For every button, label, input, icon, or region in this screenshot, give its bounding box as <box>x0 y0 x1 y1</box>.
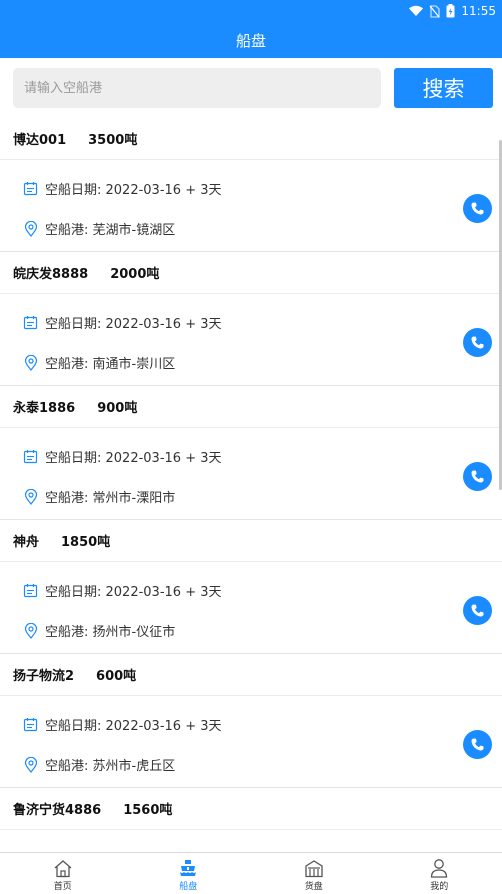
empty-port-text: 空船港: 扬州市-仪征市 <box>45 625 176 640</box>
empty-date-row: 空船日期: 2022-03-16 + 3天 <box>22 581 222 600</box>
ship-name: 神舟 <box>13 535 40 550</box>
ship-name: 永泰1886 <box>13 401 76 416</box>
bottom-tab-bar: 首页 船盘 货盘 我的 <box>0 852 502 894</box>
call-button[interactable] <box>463 328 492 357</box>
empty-port-text: 空船港: 苏州市-虎丘区 <box>45 759 176 774</box>
wifi-icon <box>409 5 424 16</box>
call-button[interactable] <box>463 596 492 625</box>
ship-card-header: 鲁济宁货4886 1560吨 <box>0 788 502 830</box>
tab-profile[interactable]: 我的 <box>377 853 502 894</box>
ship-name: 皖庆发8888 <box>13 267 89 282</box>
calendar-icon <box>22 180 39 197</box>
ship-card-body: 空船日期: 2022-03-16 + 3天 空船港: 常州市-溧阳市 <box>0 428 502 520</box>
ship-card-body: 空船日期: 2022-03-16 + 3天 空船港: 芜湖市-镜湖区 <box>0 160 502 252</box>
empty-date-row: 空船日期: 2022-03-16 + 3天 <box>22 447 222 466</box>
search-row: 搜索 <box>0 58 502 118</box>
ship-tonnage: 1560吨 <box>123 803 173 818</box>
ship-card-header: 博达001 3500吨 <box>0 118 502 160</box>
empty-date-row: 空船日期: 2022-03-16 + 3天 <box>22 715 222 734</box>
call-button[interactable] <box>463 462 492 491</box>
tab-ship[interactable]: 船盘 <box>126 853 252 894</box>
calendar-icon <box>22 716 39 733</box>
ship-list[interactable]: 博达001 3500吨 空船日期: 2022-03-16 + 3天 空船港: 芜… <box>0 118 502 852</box>
tab-label: 货盘 <box>304 882 323 892</box>
ship-card-header: 皖庆发8888 2000吨 <box>0 252 502 294</box>
ship-card-body: 空船日期: 2022-03-16 + 3天 空船港: 扬州市-仪征市 <box>0 562 502 654</box>
empty-port-row: 空船港: 常州市-溧阳市 <box>22 487 175 506</box>
status-bar: 11:55 <box>0 0 502 22</box>
call-button[interactable] <box>463 194 492 223</box>
phone-icon <box>471 738 484 751</box>
ship-name: 博达001 <box>13 133 67 148</box>
ship-card[interactable]: 永泰1886 900吨 空船日期: 2022-03-16 + 3天 空船港: 常… <box>0 386 502 520</box>
location-pin-icon <box>22 622 39 639</box>
ship-tonnage: 600吨 <box>96 669 137 684</box>
ship-name: 扬子物流2 <box>13 669 75 684</box>
empty-date-text: 空船日期: 2022-03-16 + 3天 <box>45 183 222 198</box>
warehouse-icon <box>304 857 324 879</box>
phone-icon <box>471 604 484 617</box>
tab-label: 船盘 <box>179 882 198 892</box>
empty-port-text: 空船港: 南通市-崇川区 <box>45 357 176 372</box>
ship-card-header: 神舟 1850吨 <box>0 520 502 562</box>
empty-date-text: 空船日期: 2022-03-16 + 3天 <box>45 451 222 466</box>
location-pin-icon <box>22 354 39 371</box>
ship-tonnage: 1850吨 <box>61 535 111 550</box>
phone-icon <box>471 470 484 483</box>
call-button[interactable] <box>463 730 492 759</box>
empty-date-text: 空船日期: 2022-03-16 + 3天 <box>45 719 222 734</box>
empty-date-text: 空船日期: 2022-03-16 + 3天 <box>45 317 222 332</box>
calendar-icon <box>22 314 39 331</box>
empty-date-row: 空船日期: 2022-03-16 + 3天 <box>22 313 222 332</box>
empty-date-text: 空船日期: 2022-03-16 + 3天 <box>45 585 222 600</box>
person-icon <box>430 857 448 879</box>
ship-name: 鲁济宁货4886 <box>13 803 102 818</box>
ship-icon <box>178 857 198 879</box>
tab-home[interactable]: 首页 <box>0 853 126 894</box>
ship-card-body <box>0 830 502 852</box>
ship-card-body: 空船日期: 2022-03-16 + 3天 空船港: 南通市-崇川区 <box>0 294 502 386</box>
empty-port-text: 空船港: 常州市-溧阳市 <box>45 491 176 506</box>
status-time: 11:55 <box>461 4 496 18</box>
location-pin-icon <box>22 220 39 237</box>
phone-icon <box>471 336 484 349</box>
empty-port-row: 空船港: 苏州市-虎丘区 <box>22 755 175 774</box>
ship-card-body: 空船日期: 2022-03-16 + 3天 空船港: 苏州市-虎丘区 <box>0 696 502 788</box>
ship-card[interactable]: 扬子物流2 600吨 空船日期: 2022-03-16 + 3天 空船港: 苏州… <box>0 654 502 788</box>
page-title: 船盘 <box>235 31 266 50</box>
location-pin-icon <box>22 488 39 505</box>
empty-port-row: 空船港: 南通市-崇川区 <box>22 353 175 372</box>
empty-port-text: 空船港: 芜湖市-镜湖区 <box>45 223 176 238</box>
app-bar: 船盘 <box>0 22 502 58</box>
battery-charging-icon <box>446 4 455 18</box>
search-input[interactable] <box>13 68 381 108</box>
location-pin-icon <box>22 756 39 773</box>
ship-tonnage: 900吨 <box>97 401 138 416</box>
no-sim-icon <box>429 4 441 18</box>
ship-card[interactable]: 博达001 3500吨 空船日期: 2022-03-16 + 3天 空船港: 芜… <box>0 118 502 252</box>
ship-tonnage: 2000吨 <box>110 267 160 282</box>
empty-port-row: 空船港: 芜湖市-镜湖区 <box>22 219 175 238</box>
empty-date-row: 空船日期: 2022-03-16 + 3天 <box>22 179 222 198</box>
ship-card[interactable]: 皖庆发8888 2000吨 空船日期: 2022-03-16 + 3天 空船港:… <box>0 252 502 386</box>
calendar-icon <box>22 448 39 465</box>
ship-card-header: 永泰1886 900吨 <box>0 386 502 428</box>
ship-card-header: 扬子物流2 600吨 <box>0 654 502 696</box>
tab-cargo[interactable]: 货盘 <box>251 853 377 894</box>
tab-label: 我的 <box>430 882 449 892</box>
ship-card[interactable]: 鲁济宁货4886 1560吨 <box>0 788 502 852</box>
search-button[interactable]: 搜索 <box>394 68 493 108</box>
empty-port-row: 空船港: 扬州市-仪征市 <box>22 621 175 640</box>
calendar-icon <box>22 582 39 599</box>
home-icon <box>53 857 73 879</box>
ship-tonnage: 3500吨 <box>88 133 138 148</box>
ship-card[interactable]: 神舟 1850吨 空船日期: 2022-03-16 + 3天 空船港: 扬州市-… <box>0 520 502 654</box>
phone-icon <box>471 202 484 215</box>
tab-label: 首页 <box>53 882 72 892</box>
